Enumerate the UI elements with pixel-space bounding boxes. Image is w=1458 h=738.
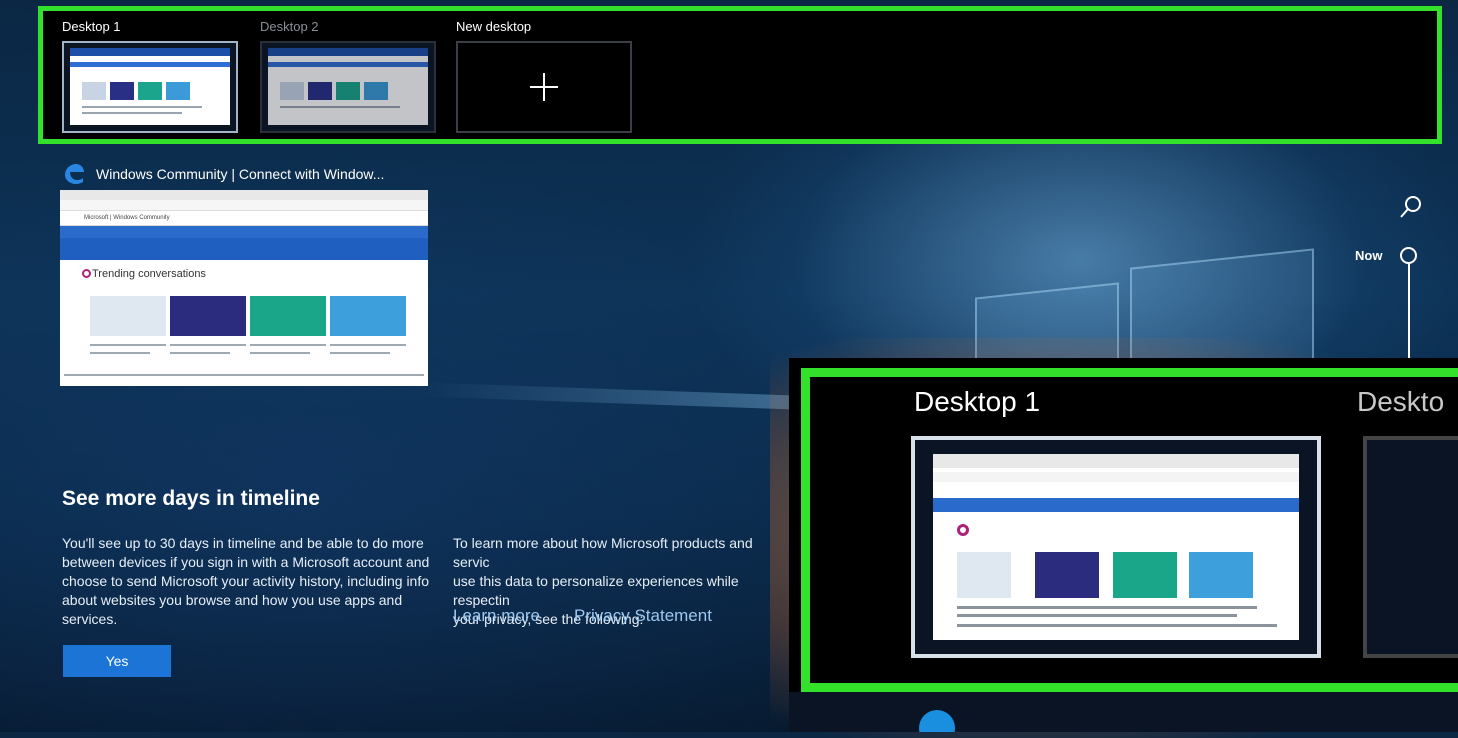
- desktop-1[interactable]: Desktop 1: [62, 19, 238, 133]
- timeline-now-label: Now: [1355, 248, 1383, 263]
- preview-nav: Microsoft | Windows Community: [60, 211, 428, 226]
- inset-background: [789, 692, 1458, 732]
- inset-desktop-1-preview: [933, 454, 1299, 640]
- desktop-2[interactable]: Desktop 2: [260, 19, 436, 133]
- desktop-1-label: Desktop 1: [62, 19, 121, 34]
- desktop-1-thumbnail[interactable]: [62, 41, 238, 133]
- desktop-2-preview: [268, 48, 428, 125]
- inset-desktop-2-thumbnail: [1363, 436, 1458, 658]
- preview-heading: Trending conversations: [92, 268, 206, 280]
- inset-desktop-2-label: Deskto: [1357, 386, 1445, 417]
- desktop-1-preview: [70, 48, 230, 125]
- search-icon[interactable]: [1398, 194, 1424, 220]
- activity-preview[interactable]: Microsoft | Windows Community Trending c…: [60, 190, 428, 386]
- inset-desktop-1-label: Desktop 1: [914, 386, 1041, 417]
- desktop-2-label: Desktop 2: [260, 19, 319, 34]
- promo-body: You'll see up to 30 days in timeline and…: [62, 535, 430, 627]
- inset-desktop-1-thumbnail: [911, 436, 1321, 658]
- desktop-2-thumbnail[interactable]: [260, 41, 436, 133]
- zoom-inset: Desktop 1 Deskto: [789, 358, 1458, 732]
- task-view-bar: Desktop 1 Desktop 2 New desktop: [38, 6, 1442, 144]
- new-desktop-label: New desktop: [456, 19, 532, 34]
- yes-button[interactable]: Yes: [63, 645, 171, 677]
- promo-title: See more days in timeline: [62, 487, 320, 510]
- plus-icon: [530, 73, 558, 101]
- new-desktop[interactable]: New desktop: [456, 19, 632, 133]
- privacy-statement-link[interactable]: Privacy Statement: [574, 606, 712, 626]
- learn-more-link[interactable]: Learn more: [453, 606, 540, 626]
- edge-icon: [65, 164, 84, 184]
- new-desktop-button[interactable]: [456, 41, 632, 133]
- timeline-now-marker[interactable]: [1400, 247, 1417, 264]
- activity-title: Windows Community | Connect with Window.…: [96, 166, 385, 182]
- activity-header[interactable]: Windows Community | Connect with Window.…: [62, 162, 384, 186]
